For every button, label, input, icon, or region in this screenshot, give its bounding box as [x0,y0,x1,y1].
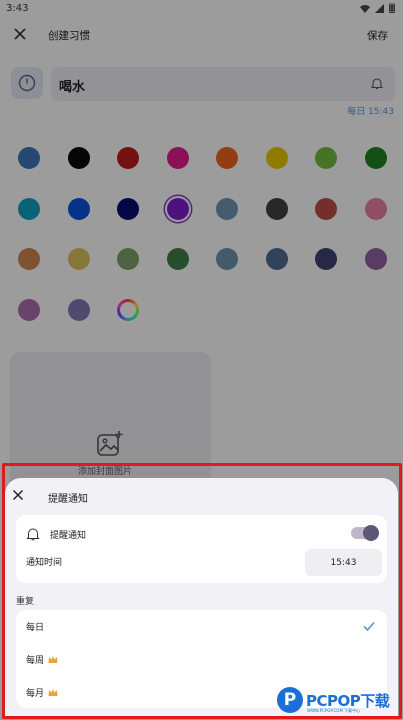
watermark-subtext: WWW.PCPOP.COM 下载中心 [307,708,361,713]
bell-icon [26,528,40,541]
watermark-logo: P PCPOP下载 WWW.PCPOP.COM 下载中心 [277,683,390,717]
reminder-bottom-sheet: 提醒通知 提醒通知 通知时间 15:43 重复 每日 每周 每月 [5,478,398,718]
notify-toggle[interactable] [351,525,379,541]
time-picker[interactable]: 15:43 [305,549,382,576]
time-label: 通知时间 [26,558,63,568]
repeat-option-label: 每月 [26,688,45,699]
crown-icon [48,655,58,663]
sheet-title: 提醒通知 [48,494,88,505]
repeat-option-daily[interactable]: 每日 [16,610,387,642]
notify-toggle-row[interactable]: 提醒通知 [26,523,379,545]
notify-card: 提醒通知 通知时间 15:43 [16,515,387,583]
check-icon [363,621,375,632]
watermark-badge: P [277,687,303,713]
repeat-option-weekly[interactable]: 每周 [16,643,387,675]
repeat-option-label: 每日 [26,622,45,633]
toggle-knob [363,525,379,541]
crown-icon [48,688,58,696]
repeat-label: 重复 [16,597,35,607]
close-icon[interactable] [12,489,24,501]
sheet-header: 提醒通知 [5,478,398,512]
notify-label: 提醒通知 [50,530,87,541]
repeat-option-label: 每周 [26,655,45,666]
